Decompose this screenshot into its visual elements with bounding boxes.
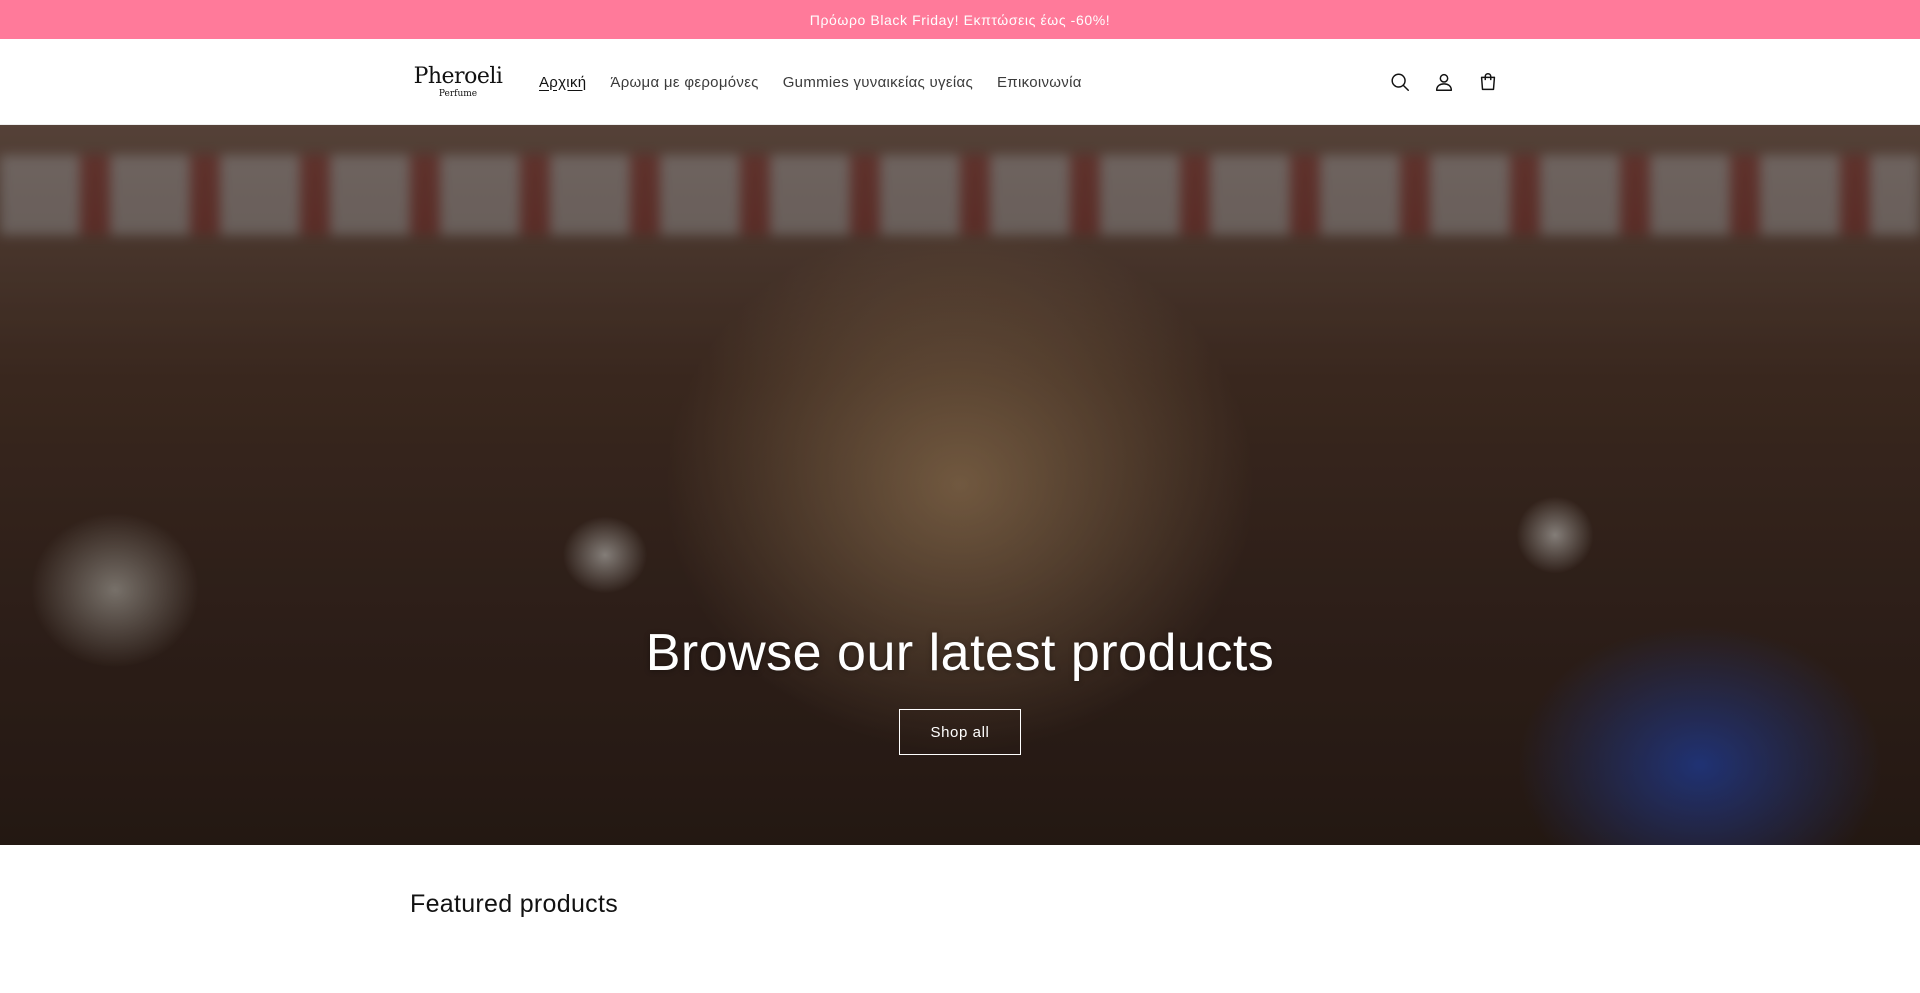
- announcement-bar: Πρόωρο Black Friday! Εκπτώσεις έως -60%!: [0, 0, 1920, 39]
- hero-title: Browse our latest products: [645, 624, 1275, 682]
- nav-item-pheromone-perfume[interactable]: Άρωμα με φερομόνες: [610, 74, 758, 91]
- search-icon: [1391, 73, 1409, 91]
- account-icon: [1435, 73, 1453, 91]
- site-header: Pheroeli Perfume Αρχική Άρωμα με φερομόν…: [0, 39, 1920, 125]
- hero-banner: Browse our latest products Shop all: [0, 125, 1920, 845]
- nav-item-womens-health-gummies[interactable]: Gummies γυναικείας υγείας: [783, 74, 973, 91]
- site-logo[interactable]: Pheroeli Perfume: [413, 63, 503, 99]
- shop-all-button[interactable]: Shop all: [899, 709, 1021, 755]
- search-button[interactable]: [1378, 60, 1422, 104]
- logo-sub-text: Perfume: [438, 88, 478, 99]
- nav-item-contact[interactable]: Επικοινωνία: [997, 74, 1082, 91]
- header-icons: [1378, 39, 1510, 125]
- announcement-text: Πρόωρο Black Friday! Εκπτώσεις έως -60%!: [809, 11, 1111, 28]
- main-nav: Αρχική Άρωμα με φερομόνες Gummies γυναικ…: [539, 74, 1106, 91]
- account-button[interactable]: [1422, 60, 1466, 104]
- cart-icon: [1480, 73, 1496, 91]
- featured-products-heading: Featured products: [410, 890, 618, 918]
- nav-item-home[interactable]: Αρχική: [539, 74, 586, 91]
- logo-main-text: Pheroeli: [413, 63, 503, 89]
- cart-button[interactable]: [1466, 60, 1510, 104]
